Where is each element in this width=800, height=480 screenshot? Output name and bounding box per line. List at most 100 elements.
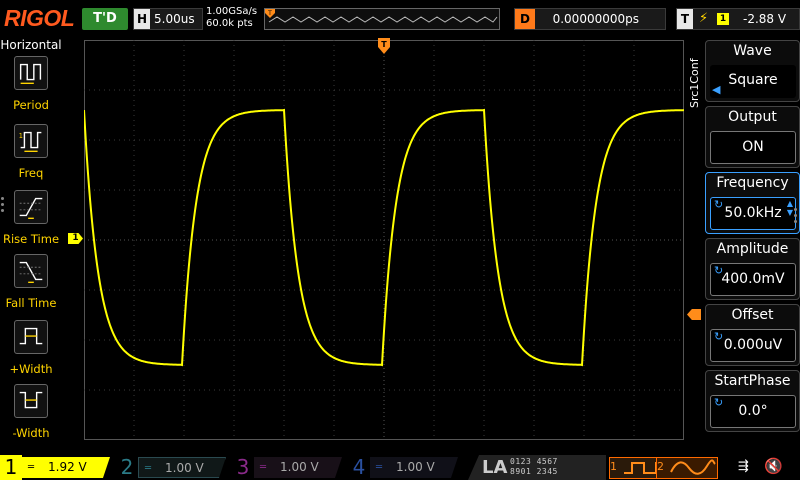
- frequency-value[interactable]: ↻ ▲ ▼ 50.0kHz: [710, 197, 796, 230]
- right-menu-page-dots: [793, 205, 799, 229]
- dc-coupling-icon: ═: [145, 463, 152, 474]
- measure-rise-time-button[interactable]: Rise Time: [2, 190, 60, 252]
- negative-width-icon: [14, 384, 48, 418]
- usb-icon: ⇶: [738, 459, 749, 474]
- rising-edge-icon: ⚡: [699, 11, 709, 26]
- fall-time-icon: [14, 254, 48, 288]
- delay-label: D: [515, 9, 535, 29]
- channel-2-body: ═ 1.00 V: [138, 457, 226, 478]
- period-label: Period: [13, 98, 49, 112]
- la-label: LA: [482, 457, 508, 478]
- rise-time-label: Rise Time: [2, 232, 60, 246]
- wave-type-menu[interactable]: Wave ◀ Square: [705, 40, 800, 102]
- svg-text:T: T: [381, 40, 387, 49]
- horizontal-label: H: [134, 9, 150, 29]
- source-config-menu: Wave ◀ Square Output ON Frequency ↻ ▲ ▼ 5…: [705, 40, 800, 440]
- frequency-label: Freq: [18, 166, 44, 180]
- positive-width-icon: [14, 320, 48, 354]
- acquisition-info: 1.00GSa/s 60.0k pts: [206, 6, 257, 30]
- channel-2-scale: 1.00 V: [165, 461, 204, 475]
- left-menu-page-dots: [0, 194, 5, 218]
- measure-fall-time-button[interactable]: Fall Time: [2, 254, 60, 316]
- rise-time-icon: [14, 190, 48, 224]
- measure-period-button[interactable]: Period: [2, 56, 60, 118]
- trigger-level-marker[interactable]: [687, 309, 701, 320]
- period-icon: [14, 56, 48, 90]
- channel-1-number: 1: [0, 455, 22, 480]
- memory-overview-bar[interactable]: T: [264, 8, 500, 30]
- frequency-menu[interactable]: Frequency ↻ ▲ ▼ 50.0kHz: [705, 172, 800, 234]
- source-2-status[interactable]: 2: [656, 457, 718, 479]
- horizontal-timebase[interactable]: H 5.00us: [133, 8, 203, 30]
- output-header: Output: [728, 109, 777, 125]
- channel-status-bar: 1 ═ 1.92 V 2 ═ 1.00 V 3 ═ 1.00 V 4 ═ 1.0…: [0, 455, 800, 480]
- offset-menu[interactable]: Offset ↻ 0.000uV: [705, 304, 800, 366]
- dc-coupling-icon: ═: [28, 462, 35, 473]
- source-1-number: 1: [610, 460, 617, 473]
- la-bits-bottom: 8901 2345: [510, 467, 558, 476]
- channel-4-number: 4: [352, 455, 366, 479]
- ch1-offset-marker[interactable]: 1: [68, 233, 83, 244]
- trigger-settings[interactable]: T ⚡ 1 -2.88 V: [676, 8, 800, 30]
- measure-negative-width-button[interactable]: -Width: [2, 384, 60, 446]
- start-phase-menu[interactable]: StartPhase ↻ 0.0°: [705, 370, 800, 432]
- trigger-status-badge[interactable]: T'D: [82, 8, 128, 30]
- output-value[interactable]: ON: [710, 131, 796, 164]
- la-bits-top: 0123 4567: [510, 457, 558, 466]
- channel-2-number: 2: [120, 455, 134, 479]
- measure-positive-width-button[interactable]: +Width: [2, 320, 60, 382]
- logic-analyzer-status[interactable]: LA 0123 4567 8901 2345: [468, 455, 606, 480]
- timebase-value: 5.00us: [154, 12, 195, 26]
- la-channel-bits: 0123 4567 8901 2345: [510, 457, 558, 477]
- delay-value: 0.00000000ps: [552, 12, 639, 26]
- speaker-muted-icon[interactable]: 🔇: [764, 457, 783, 475]
- wave-header: Wave: [733, 43, 772, 59]
- rotate-knob-icon: ↻: [714, 330, 724, 343]
- trigger-source-badge: 1: [717, 13, 729, 25]
- memory-trigger-position-icon: T: [265, 9, 275, 18]
- channel-2-status[interactable]: 2 ═ 1.00 V: [116, 455, 228, 480]
- rigol-logo: RIGOL: [4, 5, 75, 31]
- wave-value[interactable]: ◀ Square: [710, 65, 796, 98]
- channel-1-body: ═ 1.92 V: [22, 457, 110, 478]
- horizontal-measure-menu: Horizontal Period 1 Freq Rise Time Fall …: [0, 36, 62, 454]
- triangle-left-icon: ◀: [712, 83, 721, 96]
- channel-3-scale: 1.00 V: [280, 460, 319, 474]
- start-phase-header: StartPhase: [714, 373, 791, 389]
- dc-coupling-icon: ═: [376, 462, 383, 473]
- positive-width-label: +Width: [9, 362, 53, 376]
- amplitude-menu[interactable]: Amplitude ↻ 400.0mV: [705, 238, 800, 300]
- source-config-label: Src1Conf: [688, 58, 701, 108]
- memory-depth: 60.0k pts: [206, 18, 253, 29]
- offset-header: Offset: [731, 307, 774, 323]
- start-phase-value[interactable]: ↻ 0.0°: [710, 395, 796, 428]
- rotate-knob-icon: ↻: [714, 396, 724, 409]
- channel-3-body: ═ 1.00 V: [254, 457, 342, 478]
- measure-frequency-button[interactable]: 1 Freq: [2, 124, 60, 186]
- negative-width-label: -Width: [12, 426, 50, 440]
- source-2-number: 2: [657, 460, 664, 473]
- channel-1-scale: 1.92 V: [48, 460, 87, 474]
- output-menu[interactable]: Output ON: [705, 106, 800, 168]
- frequency-icon: 1: [14, 124, 48, 158]
- trigger-position-marker[interactable]: T: [378, 38, 390, 56]
- svg-text:T: T: [267, 10, 272, 17]
- frequency-header: Frequency: [716, 175, 789, 191]
- channel-3-status[interactable]: 3 ═ 1.00 V: [232, 455, 344, 480]
- channel-1-status[interactable]: 1 ═ 1.92 V: [0, 455, 112, 480]
- dc-coupling-icon: ═: [260, 462, 267, 473]
- waveform-display[interactable]: [84, 40, 684, 440]
- channel-4-status[interactable]: 4 ═ 1.00 V: [348, 455, 460, 480]
- offset-value[interactable]: ↻ 0.000uV: [710, 329, 796, 362]
- trigger-level-value: -2.88 V: [743, 12, 787, 26]
- left-menu-title: Horizontal: [0, 38, 62, 52]
- amplitude-value[interactable]: ↻ 400.0mV: [710, 263, 796, 296]
- sample-rate: 1.00GSa/s: [206, 6, 258, 17]
- trigger-delay[interactable]: D 0.00000000ps: [514, 8, 666, 30]
- top-status-bar: RIGOL T'D H 5.00us 1.00GSa/s 60.0k pts T …: [0, 0, 800, 36]
- amplitude-header: Amplitude: [716, 241, 789, 257]
- rotate-knob-icon: ↻: [714, 264, 724, 277]
- channel-4-scale: 1.00 V: [396, 460, 435, 474]
- sine-wave-icon: [670, 459, 716, 475]
- trigger-label: T: [677, 9, 693, 29]
